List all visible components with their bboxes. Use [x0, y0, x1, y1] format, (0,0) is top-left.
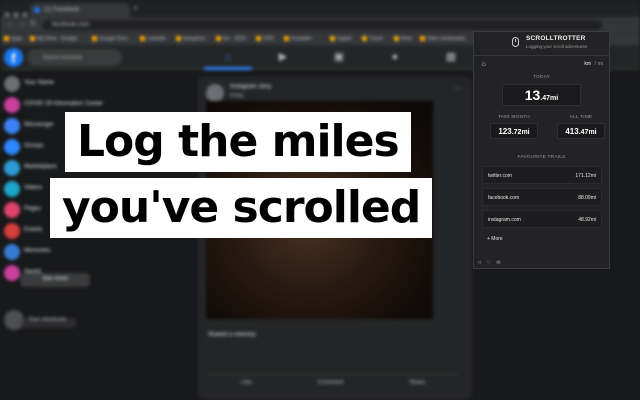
trail-name: instagram.com [488, 217, 521, 223]
address-bar-row: ← → ↻ facebook.com [0, 17, 640, 32]
watch-icon[interactable]: ▶ [276, 51, 290, 64]
reload-icon[interactable]: ↻ [30, 19, 37, 28]
unit-km-toggle[interactable]: km [584, 61, 591, 67]
groups-icon[interactable]: ● [388, 51, 402, 64]
sidebar-item-profile[interactable]: Your Name [0, 74, 110, 95]
today-label: TODAY [532, 75, 551, 80]
unit-mi-toggle[interactable]: mi [598, 61, 603, 67]
post-author[interactable]: Instagram story [230, 84, 271, 90]
see-more-button[interactable]: See more [20, 273, 90, 287]
bookmark-item[interactable]: Apps [4, 36, 22, 42]
sidebar-item-memories[interactable]: Memories [0, 242, 110, 263]
bookmark-item[interactable]: Wise [394, 36, 412, 42]
shortcuts-heading: Your shortcuts [28, 317, 67, 323]
unit-separator: / [594, 61, 596, 67]
today-distance-whole: 13 [524, 87, 541, 103]
brand-name: SCROLLTROTTER [526, 35, 586, 42]
footer-icons: □ ♡ ✉ [478, 260, 505, 266]
trail-item[interactable]: facebook.com 88.09mi [482, 188, 602, 206]
trail-item[interactable]: twitter.com 171.12mi [482, 166, 602, 184]
bookmark-item[interactable]: Kundalini [284, 36, 312, 42]
headline-line-2: you've scrolled [50, 178, 433, 238]
trail-distance: 88.09mi [578, 195, 596, 201]
all-time-distance: 413.47mi [557, 123, 605, 139]
post-actions: Like Comment Share [208, 374, 458, 386]
settings-row: ☼ km / mi [474, 58, 609, 72]
bookmark-item[interactable]: Travel [362, 36, 383, 42]
bookmark-item[interactable]: 2020 [256, 36, 274, 42]
facebook-logo[interactable]: f [4, 48, 23, 67]
alltime-distance-decimal: .47mi [578, 129, 597, 136]
forward-icon[interactable]: → [18, 19, 26, 28]
like-button[interactable]: Like [241, 380, 252, 386]
flag-icon [4, 202, 20, 218]
trail-distance: 48.92mi [578, 217, 596, 223]
covid-info-icon [4, 97, 20, 113]
today-distance-decimal: .47mi [540, 95, 559, 102]
avatar[interactable] [206, 84, 224, 102]
more-trails-button[interactable]: + More [482, 232, 602, 246]
home-tab-indicator [204, 67, 252, 70]
headline-line-1: Log the miles [65, 112, 411, 172]
back-icon[interactable]: ← [6, 19, 14, 28]
new-tab-button[interactable]: + [133, 3, 138, 13]
gaming-icon[interactable]: ▦ [444, 51, 458, 64]
facebook-search-input[interactable]: Search Facebook [27, 49, 122, 66]
this-month-distance: 123.72mi [490, 123, 538, 139]
bookmark-item[interactable]: Gigmit [330, 36, 351, 42]
video-icon [4, 181, 20, 197]
theme-toggle-icon[interactable]: ☼ [480, 59, 487, 68]
mail-icon[interactable]: ✉ [496, 260, 500, 266]
calendar-icon [4, 223, 20, 239]
this-month-label: THIS MONTH [498, 115, 530, 120]
alltime-distance-whole: 413 [565, 127, 579, 136]
marketplace-icon[interactable]: ▣ [332, 51, 346, 64]
share-button[interactable]: Share [409, 380, 425, 386]
comment-button[interactable]: Comment [317, 380, 343, 386]
today-distance: 13.47mi [502, 84, 581, 106]
groups-icon [4, 139, 20, 155]
more-options-icon[interactable]: ⋯ [454, 84, 462, 93]
tab-title: (1) Facebook [44, 7, 80, 13]
post-time: Friday [230, 93, 244, 99]
bookmark-item[interactable]: Linkedin [140, 36, 166, 42]
address-bar[interactable]: facebook.com [42, 20, 602, 30]
bookmark-item[interactable]: bm - 2019 [216, 36, 246, 42]
trail-name: facebook.com [488, 195, 520, 201]
popup-header: SCROLLTROTTER Logging your scroll advent… [474, 32, 609, 56]
mouse-icon [512, 37, 519, 47]
tab-bar: (1) Facebook + [0, 0, 640, 18]
all-time-label: ALL TIME [569, 115, 593, 120]
browser-tab[interactable]: (1) Facebook [30, 3, 130, 17]
bookmark-item[interactable]: Google Docs [92, 36, 128, 42]
facebook-favicon-icon [34, 7, 40, 13]
home-icon[interactable]: ⌂ [221, 51, 235, 64]
bookmark-item[interactable]: My Drive - Google [30, 36, 77, 42]
marketplace-icon [4, 160, 20, 176]
avatar [4, 76, 20, 92]
trail-name: twitter.com [488, 173, 512, 179]
month-distance-whole: 123 [498, 127, 512, 136]
clock-icon [4, 244, 20, 260]
trail-distance: 171.12mi [575, 173, 596, 179]
scrolltrotter-popup: SCROLLTROTTER Logging your scroll advent… [473, 31, 610, 269]
messenger-icon [4, 118, 20, 134]
heart-icon[interactable]: ♡ [486, 260, 490, 266]
bookmark-item[interactable]: Other bookmarks [420, 36, 465, 42]
bookmark-item[interactable]: bangalore [176, 36, 205, 42]
instagram-icon[interactable]: □ [478, 260, 481, 266]
trail-item[interactable]: instagram.com 48.92mi [482, 210, 602, 228]
post-caption: Shared a memory [208, 332, 256, 338]
favourite-trails-label: FAVOURITE TRAILS [517, 155, 566, 160]
brand-tagline: Logging your scroll adventures [526, 44, 588, 49]
bookmark-icon [4, 265, 20, 281]
month-distance-decimal: .72mi [511, 129, 530, 136]
